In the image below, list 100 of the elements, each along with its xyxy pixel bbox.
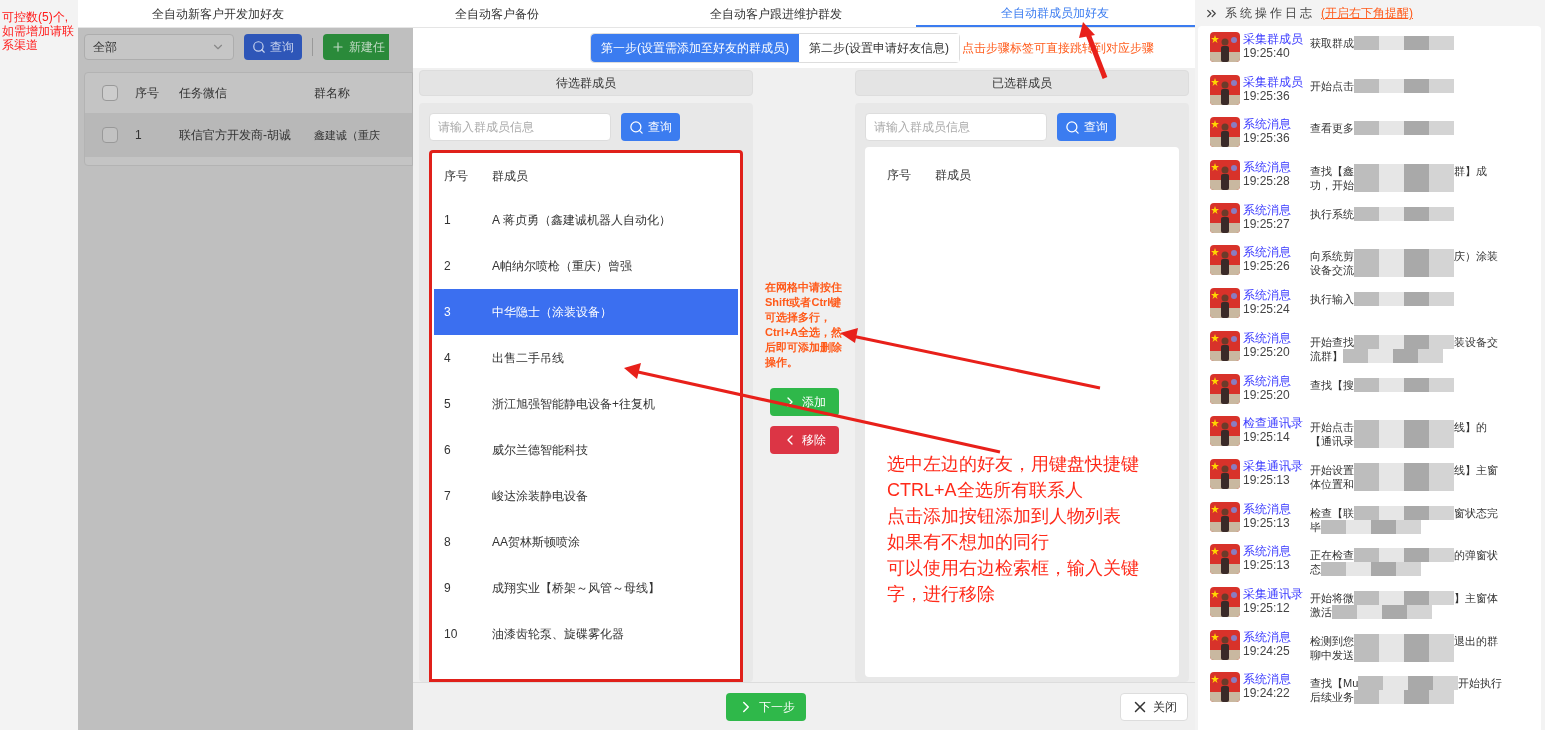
log-message: 线】的 — [1454, 420, 1487, 435]
row-index: 7 — [444, 488, 452, 505]
row-index: 3 — [444, 304, 452, 321]
log-time: 19:24:25 — [1243, 643, 1291, 658]
log-message: 查看更多 — [1310, 121, 1354, 136]
member-name: 油漆齿轮泵、旋碟雾化器 — [492, 626, 624, 643]
log-source: 系统消息 — [1243, 117, 1292, 132]
member-row[interactable]: 10 油漆齿轮泵、旋碟雾化器 — [434, 611, 738, 657]
log-message: 向系统剪 — [1310, 249, 1354, 264]
search-icon — [252, 40, 266, 54]
row-index: 10 — [444, 626, 459, 643]
log-time: 19:25:13 — [1243, 558, 1291, 573]
log-message: 聊中发送 — [1310, 647, 1354, 662]
step-tab[interactable]: 第一步(设置需添加至好友的群成员) — [591, 34, 799, 62]
log-source: 采集群成员 — [1243, 74, 1304, 89]
checkbox[interactable] — [102, 85, 118, 101]
log-message: 窗状态完 — [1454, 505, 1498, 520]
tab[interactable]: 全自动客户跟进维护群发 — [636, 0, 916, 27]
member-row[interactable]: 6 威尔兰德智能科技 — [434, 427, 738, 473]
member-row[interactable]: 2 A帕纳尔喷枪（重庆）曾强 — [434, 243, 738, 289]
search-field[interactable]: 请输入群成员信息 — [865, 113, 1047, 141]
tab[interactable]: 全自动新客户开发加好友 — [78, 0, 358, 27]
log-message: 激活 — [1310, 604, 1332, 619]
column-header: 群名称 — [314, 85, 350, 102]
row-index: 4 — [444, 350, 452, 367]
search-button[interactable]: 查询 — [621, 113, 680, 141]
close-button[interactable]: 关闭 — [1120, 692, 1188, 721]
log-message: 开始执行 — [1458, 676, 1503, 691]
member-row[interactable]: 4 出售二手吊线 — [434, 335, 738, 381]
member-row[interactable]: 9 成翔实业【桥架～风管～母线】 — [434, 565, 738, 611]
log-source: 系统消息 — [1243, 202, 1292, 217]
log-time: 19:25:13 — [1243, 515, 1291, 530]
log-message: 装设备交 — [1454, 334, 1498, 349]
search-icon — [1065, 119, 1080, 135]
column-header: 序号 — [135, 85, 160, 102]
log-message: 线】主窗 — [1454, 462, 1498, 477]
log-source: 检查通讯录 — [1243, 416, 1304, 431]
member-row[interactable]: 3 中华隐士（涂装设备） — [434, 289, 738, 335]
log-message: 】主窗体 — [1454, 590, 1498, 605]
log-source: 系统消息 — [1243, 544, 1292, 559]
log-message: 开始将微 — [1310, 590, 1354, 605]
log-time: 19:25:40 — [1243, 46, 1291, 60]
log-source: 系统消息 — [1243, 245, 1292, 260]
member-row[interactable]: 7 峻达涂装静电设备 — [434, 473, 738, 519]
log-title: 系统操作日志 — [1225, 5, 1315, 22]
log-message: 开始点击 — [1310, 420, 1354, 435]
log-message: 体位置和 — [1310, 476, 1354, 491]
column-header: 任务微信 — [179, 85, 228, 102]
row-index: 8 — [444, 534, 452, 551]
log-message: 查找【搜 — [1310, 377, 1354, 392]
log-message: 流群】 — [1310, 348, 1343, 363]
search-button[interactable]: 查询 — [1057, 113, 1116, 141]
log-time: 19:25:14 — [1243, 430, 1291, 445]
log-source: 系统消息 — [1243, 288, 1292, 303]
log-source: 系统消息 — [1243, 373, 1292, 388]
member-row[interactable]: 5 浙江旭强智能静电设备+往复机 — [434, 381, 738, 427]
member-name: 威尔兰德智能科技 — [492, 442, 588, 459]
log-time: 19:25:24 — [1243, 302, 1291, 317]
log-source: 采集通讯录 — [1243, 586, 1304, 601]
member-name: 中华隐士（涂装设备） — [492, 304, 612, 321]
tab[interactable]: 全自动客户备份 — [357, 0, 637, 27]
log-source: 系统消息 — [1243, 672, 1292, 687]
log-message: 设备交流 — [1310, 263, 1354, 278]
log-message: 毕 — [1310, 519, 1321, 534]
member-name: 出售二手吊线 — [492, 350, 564, 367]
log-message: 退出的群 — [1454, 633, 1498, 648]
log-time: 19:25:20 — [1243, 387, 1291, 402]
log-source: 系统消息 — [1243, 501, 1292, 516]
log-time: 19:24:22 — [1243, 686, 1291, 701]
member-name: AA贺林斯顿喷涂 — [492, 534, 580, 551]
log-message: 开始设置 — [1310, 462, 1354, 477]
annotation-text: 选中左边的好友，用键盘快捷键 CTRL+A全选所有联系人 点击添加按钮添加到人物列表 如果有不想加的同行 可以使用右边检索框，输入关键 字，进行移除 — [887, 453, 1140, 606]
log-time: 19:25:26 — [1243, 259, 1291, 274]
checkbox[interactable] — [102, 127, 118, 143]
log-time: 19:25:36 — [1243, 131, 1291, 146]
log-message: 检查【联 — [1310, 505, 1354, 520]
log-source: 采集群成员 — [1243, 32, 1304, 46]
log-message: 的弹窗状 — [1454, 548, 1498, 563]
remove-button[interactable]: 移除 — [769, 426, 839, 454]
member-name: A 蒋贞勇（鑫建诚机器人自动化） — [492, 212, 671, 229]
search-button[interactable]: 查询 — [244, 34, 302, 60]
column-header: 序号 — [444, 168, 469, 185]
member-row[interactable]: 8 AA贺林斯顿喷涂 — [434, 519, 738, 565]
panel-header: 待选群成员 — [419, 70, 753, 96]
table-cell-text: 1 — [135, 127, 143, 144]
search-icon — [629, 119, 644, 135]
member-name: 峻达涂装静电设备 — [492, 488, 588, 505]
member-name: 成翔实业【桥架～风管～母线】 — [492, 580, 660, 597]
search-field[interactable]: 请输入群成员信息 — [429, 113, 611, 141]
member-row[interactable]: 1 A 蒋贞勇（鑫建诚机器人自动化） — [434, 197, 738, 243]
log-source: 系统消息 — [1243, 629, 1292, 644]
row-index: 5 — [444, 396, 452, 413]
log-message: 正在检查 — [1310, 548, 1354, 563]
row-index: 6 — [444, 442, 452, 459]
row-index: 1 — [444, 212, 452, 229]
log-source: 系统消息 — [1243, 160, 1292, 175]
member-name: A帕纳尔喷枪（重庆）曾强 — [492, 258, 632, 275]
filter-dropdown[interactable]: 全部 — [84, 34, 234, 60]
log-time: 19:25:27 — [1243, 216, 1291, 231]
quota-notice: 可控数(5)个,如需增加请联系渠道 — [2, 10, 75, 52]
